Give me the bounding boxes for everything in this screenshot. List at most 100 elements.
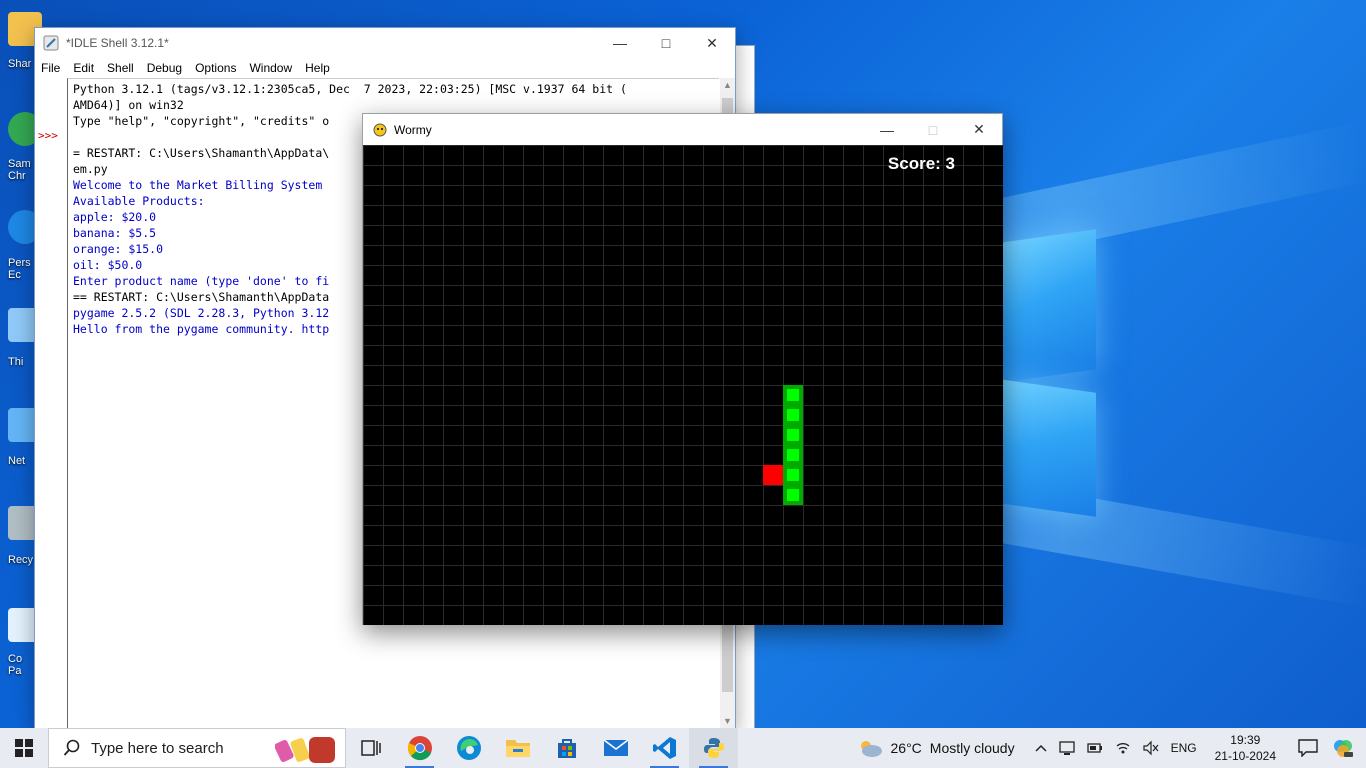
maximize-button: □ bbox=[928, 121, 938, 138]
store-icon bbox=[557, 739, 576, 758]
output-line: banana: $5.5 bbox=[73, 226, 157, 240]
weather-temperature: 26°C bbox=[890, 740, 922, 756]
wormy-game-window[interactable]: Wormy — □ ✕ Score: 3 bbox=[362, 113, 1003, 625]
copilot-icon bbox=[1334, 740, 1353, 757]
taskbar-python[interactable] bbox=[689, 728, 738, 768]
taskbar-file-explorer[interactable] bbox=[493, 728, 542, 768]
menu-debug[interactable]: Debug bbox=[141, 61, 189, 75]
desktop-icon-label: Co Pa bbox=[8, 653, 23, 677]
output-line: Available Products: bbox=[73, 194, 205, 208]
language-indicator[interactable]: ENG bbox=[1171, 741, 1197, 755]
score-display: Score: 3 bbox=[887, 154, 955, 173]
desktop-icon-label: Net bbox=[8, 455, 26, 467]
wifi-icon bbox=[1116, 743, 1130, 754]
weather-condition: Mostly cloudy bbox=[929, 740, 1015, 756]
taskbar: Type here to search 26°C Mostly cloudy E… bbox=[0, 728, 1366, 768]
desktop-icon-label: Recy bbox=[8, 554, 34, 566]
menu-help[interactable]: Help bbox=[299, 61, 337, 75]
shell-prompt: >>> bbox=[38, 129, 58, 142]
volume-muted-icon bbox=[1142, 740, 1159, 756]
prompt-gutter: >>> bbox=[35, 78, 67, 728]
clock-time: 19:39 bbox=[1230, 733, 1261, 747]
scroll-down-icon[interactable]: ▼ bbox=[723, 716, 732, 726]
window-title: *IDLE Shell 3.12.1* bbox=[66, 36, 169, 50]
taskbar-vscode[interactable] bbox=[640, 728, 689, 768]
worm-segment bbox=[783, 425, 803, 445]
vscode-icon bbox=[652, 737, 676, 759]
pygame-snake-icon bbox=[373, 123, 387, 136]
output-line: Enter product name (type 'done' to fi bbox=[73, 274, 330, 288]
menu-file[interactable]: File bbox=[35, 61, 67, 75]
worm-segment bbox=[783, 405, 803, 425]
output-line: orange: $15.0 bbox=[73, 242, 164, 256]
notifications-button[interactable] bbox=[1298, 739, 1318, 757]
display-settings-icon bbox=[1058, 741, 1075, 755]
clock[interactable]: 19:39 21-10-2024 bbox=[1215, 732, 1276, 764]
weather-cloud-icon bbox=[860, 741, 882, 757]
mail-icon bbox=[603, 739, 628, 756]
task-view-button[interactable] bbox=[346, 728, 395, 768]
menu-edit[interactable]: Edit bbox=[67, 61, 101, 75]
output-line: oil: $50.0 bbox=[73, 258, 143, 272]
battery-icon bbox=[1086, 743, 1102, 753]
tray-app-1[interactable] bbox=[1058, 740, 1075, 756]
output-line: em.py bbox=[73, 162, 108, 176]
output-line: apple: $20.0 bbox=[73, 210, 157, 224]
windows-start-icon bbox=[15, 739, 33, 757]
start-button[interactable] bbox=[0, 728, 48, 768]
task-view-icon bbox=[360, 740, 381, 756]
notification-icon bbox=[1298, 739, 1318, 757]
tray-app-2[interactable] bbox=[1086, 740, 1103, 756]
window-title: Wormy bbox=[394, 122, 432, 137]
search-highlight-art-icon bbox=[275, 737, 335, 763]
menu-options[interactable]: Options bbox=[189, 61, 243, 75]
chrome-icon bbox=[407, 736, 432, 761]
clock-date: 21-10-2024 bbox=[1214, 749, 1276, 763]
taskbar-store[interactable] bbox=[542, 728, 591, 768]
minimize-button[interactable]: — bbox=[597, 28, 643, 58]
output-line: = RESTART: C:\Users\Shamanth\AppData\ bbox=[73, 146, 330, 160]
desktop-icon-label: Thi bbox=[8, 356, 24, 368]
output-line: Python 3.12.1 (tags/v3.12.1:2305ca5, Dec… bbox=[73, 82, 627, 96]
chevron-up-icon bbox=[1035, 744, 1047, 752]
game-canvas[interactable]: Score: 3 bbox=[363, 145, 1003, 625]
scroll-up-icon[interactable]: ▲ bbox=[723, 80, 732, 90]
title-bar[interactable]: Wormy — □ ✕ bbox=[363, 114, 1002, 145]
desktop-icon-label: Shar bbox=[8, 58, 32, 70]
search-icon bbox=[63, 739, 80, 756]
worm-segment bbox=[783, 445, 803, 465]
maximize-button[interactable]: □ bbox=[643, 28, 689, 58]
show-hidden-icons-button[interactable] bbox=[1035, 744, 1047, 752]
apple bbox=[763, 465, 783, 485]
output-line: Type "help", "copyright", "credits" o bbox=[73, 114, 330, 128]
taskbar-chrome[interactable] bbox=[395, 728, 444, 768]
desktop-icon-label: Sam Chr bbox=[8, 158, 31, 182]
copilot-button[interactable] bbox=[1332, 737, 1354, 759]
menu-bar: File Edit Shell Debug Options Window Hel… bbox=[35, 58, 735, 78]
worm-segment bbox=[783, 465, 803, 485]
title-bar[interactable]: *IDLE Shell 3.12.1* — □ ✕ bbox=[35, 28, 735, 58]
file-explorer-icon bbox=[505, 740, 530, 757]
worm-segment bbox=[783, 485, 803, 505]
idle-feather-icon bbox=[43, 35, 59, 51]
output-line: pygame 2.5.2 (SDL 2.28.3, Python 3.12 bbox=[73, 306, 330, 320]
close-button[interactable]: ✕ bbox=[956, 115, 1002, 145]
weather-widget[interactable]: 26°C Mostly cloudy bbox=[857, 738, 1015, 758]
close-button[interactable]: ✕ bbox=[689, 28, 735, 58]
menu-shell[interactable]: Shell bbox=[101, 61, 141, 75]
output-line: Hello from the pygame community. http bbox=[73, 322, 330, 336]
menu-window[interactable]: Window bbox=[243, 61, 299, 75]
windows-logo-pane bbox=[1000, 379, 1096, 517]
desktop-icon-label: Pers Ec bbox=[8, 257, 31, 281]
output-line: Welcome to the Market Billing System bbox=[73, 178, 323, 192]
search-placeholder: Type here to search bbox=[91, 739, 224, 757]
search-box[interactable]: Type here to search bbox=[48, 728, 346, 768]
minimize-button[interactable]: — bbox=[864, 115, 910, 145]
output-line: AMD64)] on win32 bbox=[73, 98, 184, 112]
taskbar-edge[interactable] bbox=[444, 728, 493, 768]
network-status[interactable] bbox=[1115, 740, 1131, 756]
taskbar-mail[interactable] bbox=[591, 728, 640, 768]
system-tray: 26°C Mostly cloudy ENG 19:39 21-10-2024 bbox=[851, 728, 1366, 768]
python-icon bbox=[703, 738, 724, 758]
volume-control[interactable] bbox=[1142, 740, 1159, 756]
